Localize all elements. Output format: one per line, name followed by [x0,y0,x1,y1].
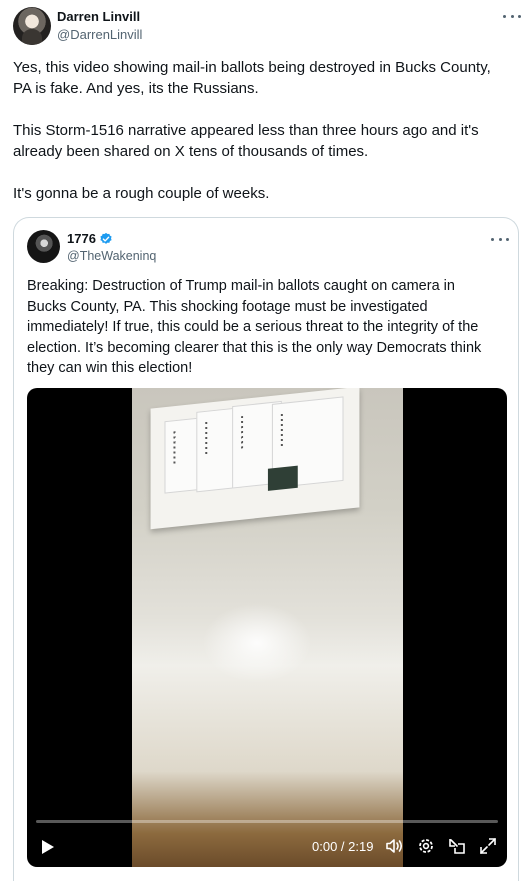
tweet: Darren Linvill @DarrenLinvill Yes, this … [0,0,527,881]
quoted-author-handle[interactable]: @TheWakeninq [67,249,156,263]
quoted-more-options-icon[interactable] [491,232,509,246]
video-progress-bar[interactable] [36,820,498,823]
author-name[interactable]: Darren Linvill [57,9,140,24]
author-handle[interactable]: @DarrenLinvill [57,27,142,42]
video-frame [132,388,403,867]
fullscreen-icon[interactable] [478,836,498,856]
tweet-paragraph: It's gonna be a rough couple of weeks. [13,185,270,202]
video-controls: 0:00 / 2:19 [27,833,507,863]
author-avatar[interactable] [13,7,51,45]
quoted-tweet-text: Breaking: Destruction of Trump mail-in b… [27,278,482,376]
video-player[interactable]: 0:00 / 2:19 [27,388,507,867]
play-icon[interactable] [37,837,57,857]
quoted-author-name-row[interactable]: 1776 [67,231,113,246]
more-options-icon[interactable] [503,9,521,23]
tweet-paragraph: This Storm-1516 narrative appeared less … [13,122,479,160]
quoted-tweet-card[interactable]: 1776 @TheWakeninq Breaking: Destruction … [13,217,519,881]
volume-icon[interactable] [384,836,404,856]
settings-gear-icon[interactable] [416,836,436,856]
tweet-text: Yes, this video showing mail-in ballots … [13,57,521,225]
quoted-author-name[interactable]: 1776 [67,231,96,246]
ballot-box-image [150,388,360,530]
quoted-author-avatar[interactable] [27,230,60,263]
video-time-display: 0:00 / 2:19 [312,839,374,854]
tweet-paragraph: Yes, this video showing mail-in ballots … [13,59,491,97]
verified-badge-icon [100,232,112,244]
picture-in-picture-icon[interactable] [447,836,467,856]
